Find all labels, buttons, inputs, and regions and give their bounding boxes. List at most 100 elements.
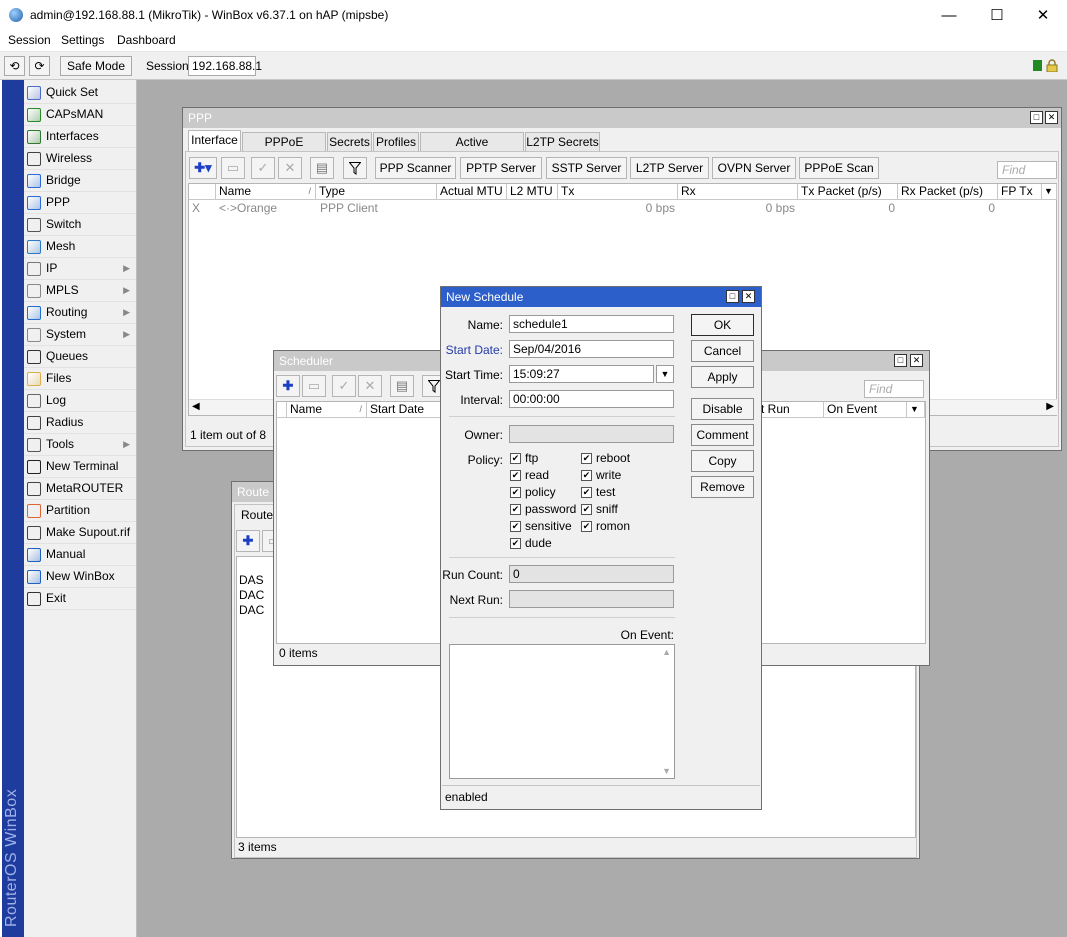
pptp-server-button[interactable]: PPTP Server (460, 157, 542, 179)
menu-session[interactable]: Session (8, 33, 51, 47)
column-on-event[interactable]: On Event (824, 402, 907, 418)
l2tp-server-button[interactable]: L2TP Server (630, 157, 709, 179)
sidebar-item-new-terminal[interactable]: New Terminal (24, 456, 136, 478)
sidebar-item-exit[interactable]: Exit (24, 588, 136, 610)
name-input[interactable]: schedule1 (509, 315, 674, 333)
sidebar-item-ip[interactable]: IP ▶ (24, 258, 136, 280)
minimize-button[interactable]: — (926, 0, 972, 31)
column-type[interactable]: Type (316, 184, 437, 200)
columns-menu-button[interactable]: ▼ (907, 402, 925, 418)
tab-interface[interactable]: Interface (188, 130, 241, 151)
comment-button[interactable]: Comment (691, 424, 754, 446)
tab-pppoe-servers[interactable]: PPPoE Servers (242, 132, 326, 167)
copy-button[interactable]: Copy (691, 450, 754, 472)
scheduler-disable-button[interactable]: ✕ (358, 375, 382, 397)
sidebar-item-mesh[interactable]: Mesh (24, 236, 136, 258)
scheduler-find-input[interactable]: Find (864, 380, 924, 398)
tab-profiles[interactable]: Profiles (373, 132, 419, 151)
sidebar-item-routing[interactable]: Routing ▶ (24, 302, 136, 324)
sidebar-item-capsman[interactable]: CAPsMAN (24, 104, 136, 126)
remove-button[interactable]: Remove (691, 476, 754, 498)
table-row[interactable]: DAC (239, 588, 264, 603)
sidebar-item-files[interactable]: Files (24, 368, 136, 390)
disable-button[interactable]: Disable (691, 398, 754, 420)
scheduler-maximize-button[interactable]: □ (894, 354, 907, 367)
on-event-textarea[interactable]: ▲ ▼ (449, 644, 675, 779)
pppoe-scan-button[interactable]: PPPoE Scan (799, 157, 879, 179)
menu-settings[interactable]: Settings (61, 33, 104, 47)
remove-button[interactable]: ▭ (221, 157, 245, 179)
ppp-maximize-button[interactable]: □ (1030, 111, 1043, 124)
column-tx-packet[interactable]: Tx Packet (p/s) (798, 184, 898, 200)
scheduler-enable-button[interactable]: ✓ (332, 375, 356, 397)
sidebar-item-log[interactable]: Log (24, 390, 136, 412)
apply-button[interactable]: Apply (691, 366, 754, 388)
column-actual-mtu[interactable]: Actual MTU (437, 184, 507, 200)
scheduler-close-button[interactable]: ✕ (910, 354, 923, 367)
session-field[interactable]: 192.168.88.1 (188, 56, 262, 76)
sidebar-item-bridge[interactable]: Bridge (24, 170, 136, 192)
sidebar-item-mpls[interactable]: MPLS ▶ (24, 280, 136, 302)
ovpn-server-button[interactable]: OVPN Server (712, 157, 796, 179)
sidebar-item-new-winbox[interactable]: New WinBox (24, 566, 136, 588)
sidebar-item-queues[interactable]: Queues (24, 346, 136, 368)
comment-button[interactable]: ▤ (310, 157, 334, 179)
column-next-run[interactable]: xt Run (752, 402, 824, 418)
sidebar-item-system[interactable]: System ▶ (24, 324, 136, 346)
sidebar-item-make-supout-rif[interactable]: Make Supout.rif (24, 522, 136, 544)
sidebar-item-switch[interactable]: Switch (24, 214, 136, 236)
columns-menu-button[interactable]: ▼ (1042, 184, 1057, 200)
column-name[interactable]: Name / (216, 184, 316, 200)
sidebar-item-ppp[interactable]: PPP (24, 192, 136, 214)
ok-button[interactable]: OK (691, 314, 754, 336)
start-date-input[interactable]: Sep/04/2016 (509, 340, 674, 358)
cancel-button[interactable]: Cancel (691, 340, 754, 362)
scheduler-add-button[interactable]: ✚ (276, 375, 300, 397)
dialog-maximize-button[interactable]: □ (726, 290, 739, 303)
start-time-dropdown-icon[interactable]: ▼ (656, 365, 674, 383)
interval-input[interactable]: 00:00:00 (509, 390, 674, 408)
ppp-close-button[interactable]: ✕ (1045, 111, 1058, 124)
route-add-button[interactable]: ✚ (236, 530, 260, 552)
ppp-scanner-button[interactable]: PPP Scanner (375, 157, 456, 179)
scheduler-comment-button[interactable]: ▤ (390, 375, 414, 397)
start-time-input[interactable]: 15:09:27 (509, 365, 654, 383)
column-rx-packet[interactable]: Rx Packet (p/s) (898, 184, 998, 200)
close-button[interactable]: ✕ (1020, 0, 1066, 31)
redo-button[interactable]: ⟳ (29, 56, 50, 76)
column-l2-mtu[interactable]: L2 MTU (507, 184, 558, 200)
undo-button[interactable]: ⟲ (4, 56, 25, 76)
filter-button[interactable] (343, 157, 367, 179)
sidebar-item-tools[interactable]: Tools ▶ (24, 434, 136, 456)
table-row[interactable]: DAS (239, 573, 264, 588)
tab-secrets[interactable]: Secrets (327, 132, 372, 151)
scroll-up-icon[interactable]: ▲ (662, 647, 671, 657)
disable-button[interactable]: ✕ (278, 157, 302, 179)
scroll-right-icon[interactable]: ▶ (1046, 401, 1054, 412)
scroll-down-icon[interactable]: ▼ (662, 766, 671, 776)
safe-mode-button[interactable]: Safe Mode (60, 56, 132, 76)
ppp-find-input[interactable]: Find (997, 161, 1057, 179)
sstp-server-button[interactable]: SSTP Server (546, 157, 627, 179)
sidebar-item-quick-set[interactable]: Quick Set (24, 82, 136, 104)
sidebar-item-radius[interactable]: Radius (24, 412, 136, 434)
column-rx[interactable]: Rx (678, 184, 798, 200)
column-tx[interactable]: Tx (558, 184, 678, 200)
tab-l2tp-secrets[interactable]: L2TP Secrets (525, 132, 600, 151)
sidebar-item-manual[interactable]: Manual (24, 544, 136, 566)
enable-button[interactable]: ✓ (251, 157, 275, 179)
column-fp-tx[interactable]: FP Tx (998, 184, 1042, 200)
tab-active-connections[interactable]: Active Connections (420, 132, 524, 167)
sidebar-item-metarouter[interactable]: MetaROUTER (24, 478, 136, 500)
sidebar-item-wireless[interactable]: Wireless (24, 148, 136, 170)
scheduler-remove-button[interactable]: ▭ (302, 375, 326, 397)
column-name[interactable]: Name / (287, 402, 367, 418)
table-row[interactable]: X <·>Orange PPP Client 0 bps 0 bps 0 0 (189, 201, 1057, 216)
scroll-left-icon[interactable]: ◀ (192, 401, 200, 412)
add-button[interactable]: ✚▾ (189, 157, 217, 179)
dialog-close-button[interactable]: ✕ (742, 290, 755, 303)
maximize-button[interactable]: ☐ (974, 0, 1020, 31)
menu-dashboard[interactable]: Dashboard (117, 33, 176, 47)
sidebar-item-partition[interactable]: Partition (24, 500, 136, 522)
sidebar-item-interfaces[interactable]: Interfaces (24, 126, 136, 148)
